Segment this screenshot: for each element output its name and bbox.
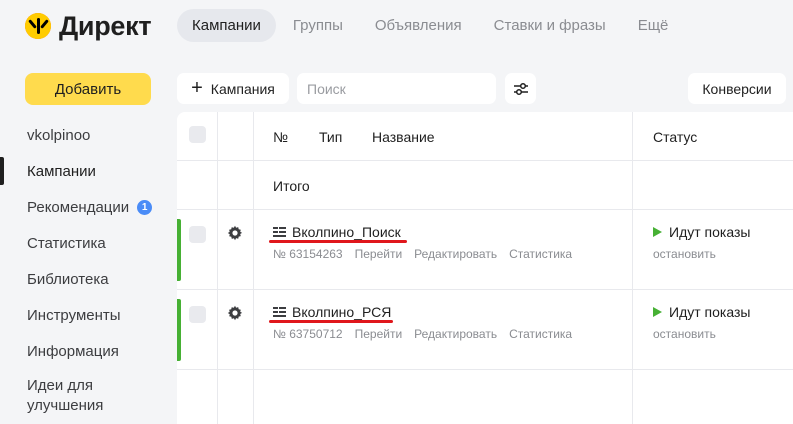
campaign-number: № 63154263 [273,247,343,261]
sidebar-item-ideas[interactable]: Идеи для улучшения [0,369,130,416]
column-header-name[interactable]: Название [372,129,435,145]
network-campaign-type-icon [273,306,286,317]
sidebar-item-information[interactable]: Информация [0,333,165,369]
status-text: Идут показы [669,304,751,320]
sidebar-item-library[interactable]: Библиотека [0,261,165,297]
statistics-link[interactable]: Статистика [509,327,572,341]
sidebar-item-recommendations[interactable]: Рекомендации 1 [0,189,165,225]
gear-icon[interactable] [227,225,243,241]
highlight-underline [269,320,393,323]
table-header: № Тип Название Статус [177,112,793,161]
statistics-link[interactable]: Статистика [509,247,572,261]
campaigns-table: № Тип Название Статус Итого Вколпино_Пои… [177,112,793,424]
campaign-name-link[interactable]: Вколпино_РСЯ [273,304,391,320]
edit-link[interactable]: Редактировать [414,327,497,341]
sliders-icon [513,82,528,95]
highlight-underline [269,240,407,243]
campaign-name-link[interactable]: Вколпино_Поиск [273,224,401,240]
notification-badge: 1 [137,199,153,215]
campaign-meta: № 63750712 Перейти Редактировать Статист… [273,327,572,341]
select-all-checkbox[interactable] [189,126,206,143]
active-indicator [177,299,181,361]
logo-text: Директ [59,10,152,41]
sidebar: vkolpinoo Кампании Рекомендации 1 Статис… [0,117,165,416]
stop-link[interactable]: остановить [653,327,716,341]
top-navigation: Кампании Группы Объявления Ставки и фраз… [177,9,685,42]
conversions-button[interactable]: Конверсии [688,73,786,104]
play-icon [653,227,662,237]
search-input[interactable] [297,73,496,104]
row-checkbox[interactable] [189,226,206,243]
campaign-name: Вколпино_Поиск [292,224,401,240]
campaign-meta: № 63154263 Перейти Редактировать Статист… [273,247,572,261]
total-label: Итого [273,178,310,194]
add-campaign-button[interactable]: + Кампания [177,73,289,104]
filter-settings-button[interactable] [505,73,536,104]
campaign-name: Вколпино_РСЯ [292,304,392,320]
table-row: Вколпино_Поиск № 63154263 Перейти Редакт… [177,210,793,290]
go-link[interactable]: Перейти [355,327,403,341]
column-header-number[interactable]: № [273,129,288,145]
plus-icon: + [191,76,203,99]
campaign-number: № 63750712 [273,327,343,341]
yandex-direct-logo-icon [25,13,51,39]
sidebar-item-campaigns[interactable]: Кампании [0,153,165,189]
row-checkbox[interactable] [189,306,206,323]
table-total-row: Итого [177,161,793,210]
sidebar-item-statistics[interactable]: Статистика [0,225,165,261]
add-campaign-label: Кампания [210,80,275,97]
sidebar-item-tools[interactable]: Инструменты [0,297,165,333]
logo[interactable]: Директ [25,10,152,42]
tab-ads[interactable]: Объявления [360,9,477,42]
tab-more[interactable]: Ещё [623,9,684,42]
go-link[interactable]: Перейти [355,247,403,261]
sidebar-item-account[interactable]: vkolpinoo [0,117,165,153]
table-row: Вколпино_РСЯ № 63750712 Перейти Редактир… [177,290,793,370]
sidebar-item-label: Идеи для улучшения [27,377,104,414]
status-text: Идут показы [669,224,751,240]
column-header-type[interactable]: Тип [319,129,342,145]
sidebar-item-label: Рекомендации [27,198,130,216]
gear-icon[interactable] [227,305,243,321]
add-button[interactable]: Добавить [25,73,151,105]
edit-link[interactable]: Редактировать [414,247,497,261]
status-cell: Идут показы [653,304,750,320]
tab-bids-phrases[interactable]: Ставки и фразы [479,9,621,42]
search-campaign-type-icon [273,226,286,237]
play-icon [653,307,662,317]
column-header-status[interactable]: Статус [653,129,697,145]
active-indicator [177,219,181,281]
tab-campaigns[interactable]: Кампании [177,9,276,42]
tab-groups[interactable]: Группы [278,9,358,42]
status-cell: Идут показы [653,224,750,240]
stop-link[interactable]: остановить [653,247,716,261]
